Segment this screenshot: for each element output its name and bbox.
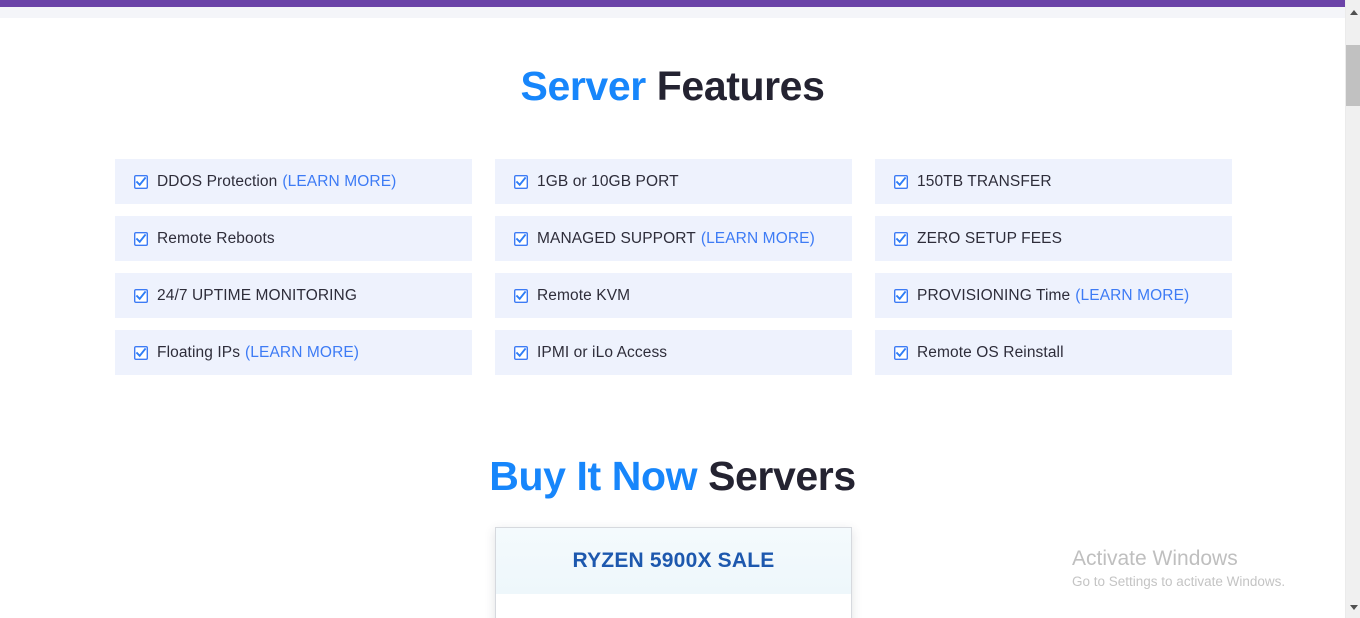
product-card-header: RYZEN 5900X SALE	[496, 528, 851, 594]
feature-label: 150TB TRANSFER	[917, 172, 1052, 190]
checked-checkbox-icon	[514, 345, 528, 360]
checked-checkbox-icon	[894, 174, 908, 189]
watermark-title: Activate Windows	[1072, 547, 1238, 570]
feature-learn-more-link[interactable]: (LEARN MORE)	[245, 344, 359, 362]
watermark-subtitle: Go to Settings to activate Windows.	[1072, 574, 1286, 589]
browser-toolbar-strip	[0, 7, 1345, 18]
feature-label: Remote OS Reinstall	[917, 343, 1064, 361]
feature-learn-more-link[interactable]: (LEARN MORE)	[282, 173, 396, 191]
buynow-section: Buy It Now Servers	[0, 453, 1345, 527]
features-grid: DDOS Protection (LEARN MORE) 1GB or 10GB P…	[115, 159, 1233, 375]
feature-label: IPMI or iLo Access	[537, 343, 668, 361]
feature-card: PROVISIONING Time (LEARN MORE)	[875, 273, 1232, 318]
checked-checkbox-icon	[894, 288, 908, 303]
checked-checkbox-icon	[514, 174, 528, 189]
feature-card: IPMI or iLo Access	[495, 330, 852, 375]
feature-label: DDOS Protection	[157, 172, 278, 190]
feature-label: 1GB or 10GB PORT	[537, 172, 679, 190]
feature-label: 24/7 UPTIME MONITORING	[157, 286, 357, 304]
feature-learn-more-link[interactable]: (LEARN MORE)	[1075, 287, 1189, 305]
feature-card: ZERO SETUP FEES	[875, 216, 1232, 261]
product-card-body	[496, 594, 851, 618]
windows-activation-watermark: Activate Windows Go to Settings to activ…	[1072, 546, 1285, 592]
scrollbar-up-button[interactable]	[1346, 4, 1360, 21]
chevron-down-icon	[1349, 605, 1358, 610]
scrollbar-thumb[interactable]	[1346, 45, 1360, 106]
feature-card: 24/7 UPTIME MONITORING	[115, 273, 472, 318]
checked-checkbox-icon	[514, 231, 528, 246]
buynow-page-title: Buy It Now Servers	[0, 453, 1345, 499]
product-card-ryzen-5900x[interactable]: RYZEN 5900X SALE	[495, 527, 852, 618]
features-title-rest: Features	[645, 63, 825, 109]
feature-label: ZERO SETUP FEES	[917, 229, 1063, 247]
chevron-up-icon	[1349, 10, 1358, 15]
feature-card: DDOS Protection (LEARN MORE)	[115, 159, 472, 204]
scrollbar-down-button[interactable]	[1346, 599, 1360, 616]
browser-top-accent-bar	[0, 0, 1345, 7]
feature-label: Remote KVM	[537, 286, 631, 304]
feature-label: Floating IPs	[157, 343, 241, 361]
buynow-title-rest: Servers	[697, 453, 856, 499]
checked-checkbox-icon	[894, 345, 908, 360]
feature-card: Floating IPs (LEARN MORE)	[115, 330, 472, 375]
features-page-title: Server Features	[0, 63, 1345, 109]
checked-checkbox-icon	[134, 288, 148, 303]
features-title-accent: Server	[520, 63, 647, 109]
product-card-title: RYZEN 5900X SALE	[572, 549, 775, 572]
feature-card: 150TB TRANSFER	[875, 159, 1232, 204]
feature-card: Remote KVM	[495, 273, 852, 318]
checked-checkbox-icon	[134, 231, 148, 246]
feature-label: Remote Reboots	[157, 229, 275, 247]
checked-checkbox-icon	[514, 288, 528, 303]
feature-card: 1GB or 10GB PORT	[495, 159, 852, 204]
buynow-title-accent: Buy It Now	[489, 453, 698, 499]
feature-learn-more-link[interactable]: (LEARN MORE)	[701, 230, 815, 248]
feature-card: Remote Reboots	[115, 216, 472, 261]
vertical-scrollbar[interactable]	[1345, 0, 1360, 618]
feature-card: Remote OS Reinstall	[875, 330, 1232, 375]
page-viewport: Server Features DDOS Protection (LEARN MO…	[0, 18, 1345, 618]
checked-checkbox-icon	[134, 345, 148, 360]
feature-card: MANAGED SUPPORT (LEARN MORE)	[495, 216, 852, 261]
checked-checkbox-icon	[134, 174, 148, 189]
checked-checkbox-icon	[894, 231, 908, 246]
feature-label: MANAGED SUPPORT	[537, 229, 696, 247]
feature-label: PROVISIONING Time	[917, 286, 1071, 304]
